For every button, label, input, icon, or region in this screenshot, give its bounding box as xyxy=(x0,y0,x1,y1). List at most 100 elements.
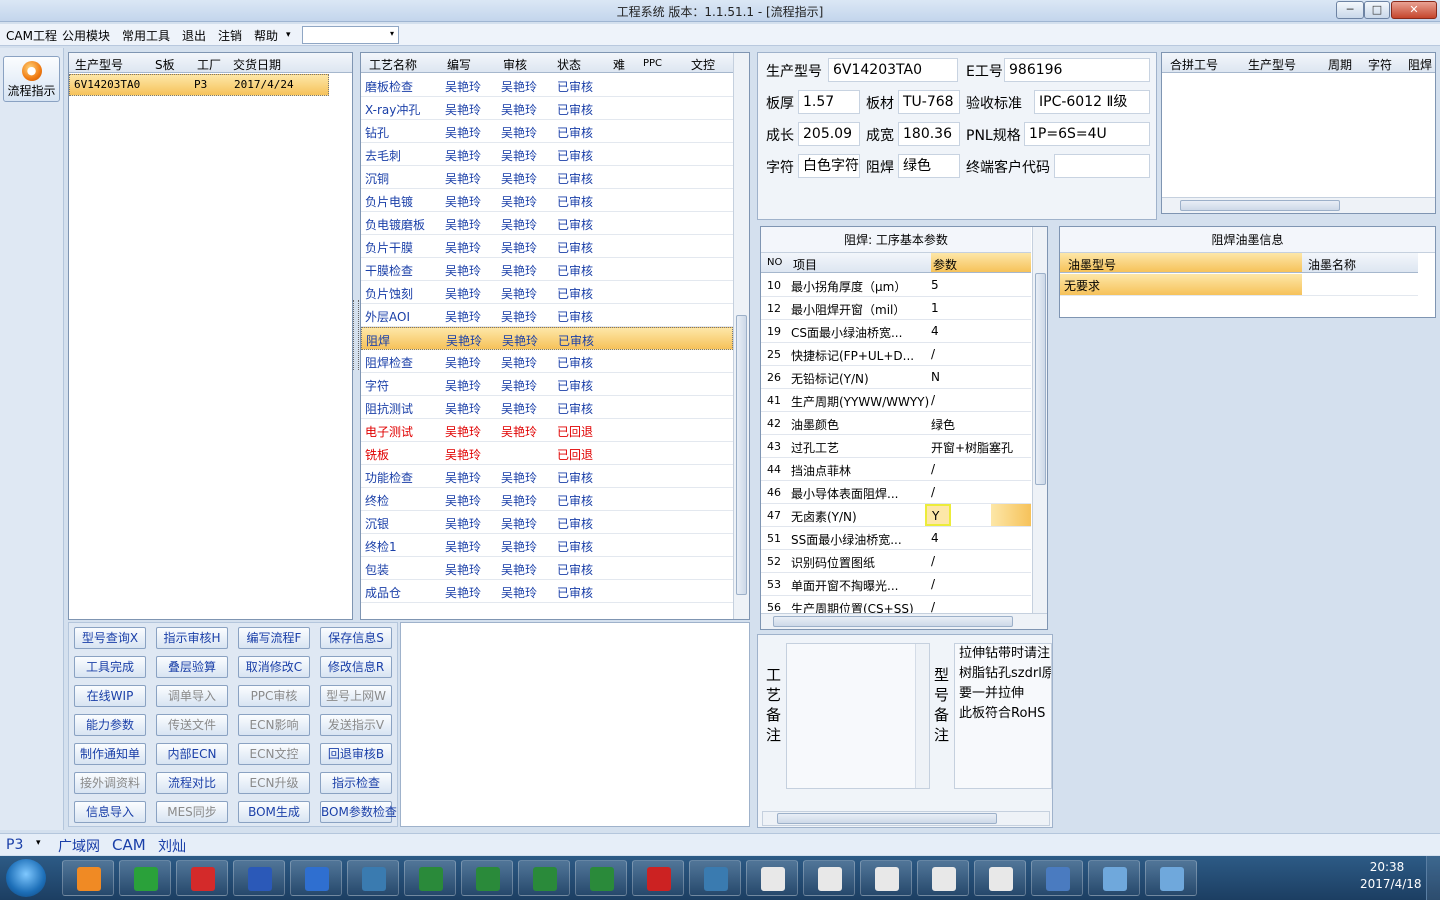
col-combine-mask[interactable]: 阻焊 xyxy=(1408,56,1432,73)
param-row[interactable]: 25 快捷标记(FP+UL+D... / xyxy=(761,343,1031,366)
col-writer[interactable]: 编写 xyxy=(447,56,471,73)
taskbar-button[interactable] xyxy=(575,860,627,896)
process-scrollbar[interactable] xyxy=(733,53,749,619)
action-button[interactable]: 发送指示V xyxy=(320,714,392,736)
taskbar-button[interactable] xyxy=(404,860,456,896)
process-row[interactable]: 阻焊检查 吴艳玲 吴艳玲 已审核 xyxy=(361,350,733,373)
splitter-handle[interactable] xyxy=(353,300,359,370)
col-date[interactable]: 交货日期 xyxy=(233,56,281,73)
taskbar-button[interactable] xyxy=(1088,860,1140,896)
col-ppc[interactable]: PPC xyxy=(643,58,662,69)
process-row[interactable]: 钻孔 吴艳玲 吴艳玲 已审核 xyxy=(361,120,733,143)
start-button[interactable] xyxy=(6,859,46,897)
col-difficulty[interactable]: 难 xyxy=(613,56,625,73)
scroll-thumb[interactable] xyxy=(1035,273,1046,485)
scroll-thumb[interactable] xyxy=(736,315,747,595)
process-row[interactable]: 包装 吴艳玲 吴艳玲 已审核 xyxy=(361,557,733,580)
process-row[interactable]: 去毛刺 吴艳玲 吴艳玲 已审核 xyxy=(361,143,733,166)
menu-tools[interactable]: 常用工具 xyxy=(122,27,170,44)
taskbar-button[interactable] xyxy=(233,860,285,896)
process-row[interactable]: 干膜检查 吴艳玲 吴艳玲 已审核 xyxy=(361,258,733,281)
menu-exit[interactable]: 退出 xyxy=(182,27,206,44)
param-row[interactable]: 12 最小阻焊开窗（mil） 1 xyxy=(761,297,1031,320)
action-button[interactable]: PPC审核 xyxy=(238,685,310,707)
param-row[interactable]: 46 最小导体表面阻焊... / xyxy=(761,481,1031,504)
combine-hscroll[interactable] xyxy=(1162,197,1435,213)
menu-cam[interactable]: CAM工程 xyxy=(6,27,57,44)
action-button[interactable]: 能力参数 xyxy=(74,714,146,736)
param-row[interactable]: 43 过孔工艺 开窗+树脂塞孔 xyxy=(761,435,1031,458)
hscroll-thumb[interactable] xyxy=(773,616,1013,627)
col-s[interactable]: S板 xyxy=(155,56,175,73)
action-button[interactable]: ECN文控 xyxy=(238,743,310,765)
taskbar-button[interactable] xyxy=(917,860,969,896)
menu-public[interactable]: 公用模块 xyxy=(62,27,110,44)
action-button[interactable]: 调单导入 xyxy=(156,685,228,707)
action-button[interactable]: 在线WIP xyxy=(74,685,146,707)
process-row[interactable]: 铣板 吴艳玲 已回退 xyxy=(361,442,733,465)
action-button[interactable]: ECN影响 xyxy=(238,714,310,736)
col-ink-type[interactable]: 油墨型号 xyxy=(1060,253,1302,272)
toolbar-combo[interactable]: ▾ xyxy=(302,26,399,44)
process-row[interactable]: 终检1 吴艳玲 吴艳玲 已审核 xyxy=(361,534,733,557)
status-factory[interactable]: P3 xyxy=(6,837,23,853)
action-button[interactable]: 型号查询X xyxy=(74,627,146,649)
taskbar-button[interactable] xyxy=(290,860,342,896)
action-button[interactable]: 指示检查 xyxy=(320,772,392,794)
craft-note-text[interactable] xyxy=(786,643,930,789)
col-doc[interactable]: 文控 xyxy=(691,56,715,73)
taskbar-button[interactable] xyxy=(119,860,171,896)
action-button[interactable]: 取消修改C xyxy=(238,656,310,678)
param-row[interactable]: 26 无铅标记(Y/N) N xyxy=(761,366,1031,389)
model-note-text[interactable]: 拉伸钻带时请注 树脂钻孔szdrl原 要一并拉伸 此板符合RoHS xyxy=(954,643,1052,789)
col-combine-char[interactable]: 字符 xyxy=(1368,56,1392,73)
col-combine-model[interactable]: 生产型号 xyxy=(1248,56,1296,73)
clock[interactable]: 20:38 2017/4/18 xyxy=(1360,860,1422,891)
chevron-down-icon[interactable]: ▾ xyxy=(36,838,41,848)
action-button[interactable]: BOM参数检查 xyxy=(320,801,397,823)
col-model[interactable]: 生产型号 xyxy=(75,56,123,73)
taskbar-button[interactable] xyxy=(689,860,741,896)
col-combine-no[interactable]: 合拼工号 xyxy=(1170,56,1218,73)
param-row[interactable]: 10 最小拐角厚度（μm） 5 xyxy=(761,274,1031,297)
action-button[interactable]: 内部ECN xyxy=(156,743,228,765)
action-button[interactable]: BOM生成 xyxy=(238,801,310,823)
param-row[interactable]: 44 挡油点菲林 / xyxy=(761,458,1031,481)
taskbar-button[interactable] xyxy=(860,860,912,896)
action-button[interactable]: 接外调资料 xyxy=(74,772,146,794)
taskbar-button[interactable] xyxy=(746,860,798,896)
action-button[interactable]: 流程对比 xyxy=(156,772,228,794)
taskbar-button[interactable] xyxy=(347,860,399,896)
taskbar-button[interactable] xyxy=(461,860,513,896)
process-row[interactable]: 负片蚀刻 吴艳玲 吴艳玲 已审核 xyxy=(361,281,733,304)
param-row[interactable]: 19 CS面最小绿油桥宽... 4 xyxy=(761,320,1031,343)
action-button[interactable]: 工具完成 xyxy=(74,656,146,678)
param-row[interactable]: 52 识别码位置图纸 / xyxy=(761,550,1031,573)
process-row[interactable]: X-ray冲孔 吴艳玲 吴艳玲 已审核 xyxy=(361,97,733,120)
note-scrollbar[interactable] xyxy=(915,644,929,788)
action-button[interactable]: MES同步 xyxy=(156,801,228,823)
col-auditor[interactable]: 审核 xyxy=(503,56,527,73)
process-row[interactable]: 沉银 吴艳玲 吴艳玲 已审核 xyxy=(361,511,733,534)
action-button[interactable]: 编写流程F xyxy=(238,627,310,649)
taskbar-button[interactable] xyxy=(176,860,228,896)
process-row[interactable]: 负电镀磨板 吴艳玲 吴艳玲 已审核 xyxy=(361,212,733,235)
taskbar-button[interactable] xyxy=(62,860,114,896)
action-button[interactable]: 指示审核H xyxy=(156,627,228,649)
flow-button[interactable]: ● 流程指示 xyxy=(3,56,60,102)
maximize-button[interactable]: □ xyxy=(1364,1,1390,19)
process-row[interactable]: 字符 吴艳玲 吴艳玲 已审核 xyxy=(361,373,733,396)
process-row[interactable]: 终检 吴艳玲 吴艳玲 已审核 xyxy=(361,488,733,511)
param-row[interactable]: 47 无卤素(Y/N) Y xyxy=(761,504,1031,527)
process-row[interactable]: 阻抗测试 吴艳玲 吴艳玲 已审核 xyxy=(361,396,733,419)
ink-row[interactable]: 无要求 xyxy=(1060,274,1418,296)
col-item[interactable]: 项目 xyxy=(793,256,817,273)
action-button[interactable]: 保存信息S xyxy=(320,627,392,649)
show-desktop-button[interactable] xyxy=(1426,856,1440,900)
action-button[interactable]: 回退审核B xyxy=(320,743,392,765)
param-row[interactable]: 51 SS面最小绿油桥宽... 4 xyxy=(761,527,1031,550)
taskbar-button[interactable] xyxy=(518,860,570,896)
process-row[interactable]: 负片电镀 吴艳玲 吴艳玲 已审核 xyxy=(361,189,733,212)
taskbar-button[interactable] xyxy=(974,860,1026,896)
process-row[interactable]: 磨板检查 吴艳玲 吴艳玲 已审核 xyxy=(361,74,733,97)
